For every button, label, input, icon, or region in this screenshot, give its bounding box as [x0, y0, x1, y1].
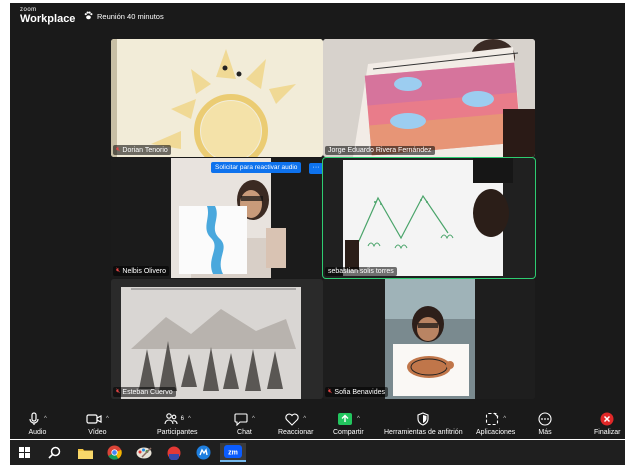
mic-muted-icon: 🔇︎	[116, 388, 121, 395]
windows-start-button[interactable]	[12, 443, 36, 462]
participants-icon	[164, 413, 178, 425]
shield-icon	[417, 412, 429, 426]
chat-label: Chat	[237, 429, 252, 436]
messenger-app-taskbar-button[interactable]	[191, 443, 215, 462]
windows-logo-icon	[18, 447, 30, 458]
video-tile[interactable]: 🔇︎ Dorian Tenorio	[111, 39, 323, 157]
video-camera-icon	[86, 414, 102, 424]
participant-name: Dorian Tenorio	[122, 146, 168, 154]
video-feed-sun-drawing	[111, 39, 323, 157]
mic-muted-icon: 🔇︎	[116, 146, 121, 153]
end-meeting-button[interactable]: Finalizar	[594, 411, 620, 436]
more-dots-icon	[538, 412, 552, 426]
chrome-taskbar-button[interactable]	[102, 443, 126, 462]
meeting-info[interactable]: Reunión 40 minutos	[84, 11, 164, 22]
file-explorer-taskbar-button[interactable]	[73, 443, 97, 462]
participants-button[interactable]: 6 ^ Participantes	[157, 411, 197, 436]
video-label: Vídeo	[88, 429, 107, 436]
zoom-window: zoom Workplace Reunión 40 minutos 🔇︎ Dor…	[10, 3, 625, 439]
logo-big-text: Workplace	[20, 13, 76, 25]
apps-options-caret[interactable]: ^	[503, 416, 506, 422]
chat-button[interactable]: ^ Chat	[234, 411, 255, 436]
audio-button[interactable]: ^ Audio	[28, 411, 47, 436]
title-bar: zoom Workplace Reunión 40 minutos	[10, 3, 625, 31]
host-tools-button[interactable]: Herramientas de anfitrión	[384, 411, 463, 436]
apps-icon	[486, 412, 499, 426]
share-options-caret[interactable]: ^	[357, 416, 360, 422]
participant-name-tag: sebastian solis torres	[325, 267, 397, 276]
participants-options-caret[interactable]: ^	[188, 416, 191, 422]
video-tile[interactable]: 🔇︎ Sofia Benavides	[323, 279, 535, 399]
participant-name: sebastian solis torres	[328, 268, 394, 275]
participant-name: Esteban Cuervo	[122, 388, 173, 396]
paint-app-taskbar-button[interactable]	[132, 443, 156, 462]
zoom-app-icon: zm	[224, 445, 242, 458]
apps-button[interactable]: ^ Aplicaciones	[476, 411, 515, 436]
reactions-button[interactable]: ^ Reaccionar	[278, 411, 313, 436]
audio-label: Audio	[28, 429, 47, 436]
host-tools-label: Herramientas de anfitrión	[384, 429, 463, 436]
video-feed-landscape-sketchbook	[323, 39, 535, 157]
end-meeting-label: Finalizar	[594, 429, 621, 436]
chat-options-caret[interactable]: ^	[252, 416, 255, 422]
reactions-label: Reaccionar	[278, 429, 314, 436]
folder-icon	[77, 448, 93, 459]
unmute-request-button[interactable]: Solicitar para reactivar audio	[211, 162, 302, 173]
share-label: Compartir	[333, 429, 364, 436]
video-tile[interactable]: Solicitar para reactivar audio ··· 🔇︎ Ne…	[111, 158, 323, 278]
participant-name-tag: Jorge Eduardo Rivera Fernández	[325, 146, 435, 155]
messenger-app-icon	[196, 445, 210, 460]
video-button[interactable]: ^ Vídeo	[86, 411, 109, 436]
mic-muted-icon: 🔇︎	[116, 267, 121, 274]
paw-icon	[84, 11, 93, 22]
apps-label: Aplicaciones	[476, 429, 516, 436]
zoom-taskbar-button[interactable]: zm	[220, 443, 246, 462]
share-screen-icon	[337, 413, 352, 425]
participant-name: Nelbis Olivero	[122, 267, 166, 275]
chat-bubble-icon	[234, 413, 248, 426]
search-icon	[47, 446, 60, 459]
meeting-duration-label: Reunión 40 minutos	[97, 12, 164, 21]
participant-name: Jorge Eduardo Rivera Fernández	[328, 147, 432, 154]
video-feed-forest-drawing	[111, 279, 323, 399]
participant-name-tag: 🔇︎ Esteban Cuervo	[113, 387, 176, 397]
heart-icon	[285, 413, 299, 426]
share-screen-button[interactable]: ^ Compartir	[333, 411, 364, 436]
video-feed-river-drawing	[111, 158, 323, 278]
video-tile[interactable]: Jorge Eduardo Rivera Fernández	[323, 39, 535, 157]
video-feed-animal-drawing	[323, 279, 535, 399]
os-taskbar: zm	[10, 440, 625, 465]
reactions-options-caret[interactable]: ^	[303, 416, 306, 422]
mic-muted-icon: 🔇︎	[328, 388, 333, 395]
media-app-taskbar-button[interactable]	[162, 443, 186, 462]
tile-more-options-button[interactable]: ···	[309, 163, 323, 174]
media-app-icon	[167, 446, 181, 460]
participant-name-tag: 🔇︎ Nelbis Olivero	[113, 266, 169, 276]
participants-count: 6	[180, 416, 184, 422]
video-feed-mountain-drawing	[323, 158, 535, 278]
microphone-icon	[29, 412, 39, 425]
participant-name: Sofia Benavides	[334, 388, 386, 396]
video-tile[interactable]: 🔇︎ Esteban Cuervo	[111, 279, 323, 399]
meeting-toolbar: ^ Audio ^ Vídeo 6 ^ Participantes ^ Chat…	[10, 407, 625, 439]
chrome-icon	[106, 445, 122, 460]
more-label: Más	[538, 429, 552, 436]
close-icon	[600, 412, 614, 426]
zoom-workplace-logo: zoom Workplace	[20, 7, 75, 25]
participant-name-tag: 🔇︎ Sofia Benavides	[325, 387, 389, 397]
video-tile-active-speaker[interactable]: sebastian solis torres	[322, 157, 536, 279]
more-button[interactable]: Más	[538, 411, 552, 436]
taskbar-search-button[interactable]	[42, 443, 66, 462]
participant-name-tag: 🔇︎ Dorian Tenorio	[113, 145, 171, 155]
audio-options-caret[interactable]: ^	[44, 416, 47, 422]
video-options-caret[interactable]: ^	[106, 416, 109, 422]
svg-text:zm: zm	[228, 450, 238, 457]
participants-label: Participantes	[157, 429, 198, 436]
paint-palette-icon	[136, 447, 152, 459]
